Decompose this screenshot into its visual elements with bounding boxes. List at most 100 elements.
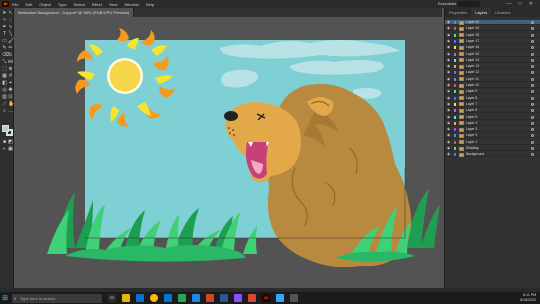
rectangle-tool-icon[interactable]: ▭ xyxy=(2,39,7,44)
layer-target-icon[interactable] xyxy=(531,115,534,119)
layer-row[interactable]: ◉ Background xyxy=(445,152,540,158)
layer-target-icon[interactable] xyxy=(531,153,534,157)
menu-effect[interactable]: Effect xyxy=(92,2,102,7)
layer-row[interactable]: ◉ Layer 7 xyxy=(445,102,540,107)
store-icon[interactable] xyxy=(164,294,172,302)
menu-edit[interactable]: Edit xyxy=(25,2,32,7)
layer-name[interactable]: Layer 9 xyxy=(466,89,477,94)
layer-target-icon[interactable] xyxy=(531,77,534,81)
menu-file[interactable]: File xyxy=(12,2,18,7)
free-transform-tool-icon[interactable]: ⬚ xyxy=(2,67,7,72)
eye-icon[interactable]: ◉ xyxy=(447,26,452,31)
workspace-switcher[interactable]: Essentials xyxy=(438,1,456,6)
curvature-tool-icon[interactable]: ∿ xyxy=(8,25,13,30)
eye-icon[interactable]: ◉ xyxy=(447,70,452,75)
layer-row[interactable]: ◉ Layer 8 xyxy=(445,96,540,101)
layer-row[interactable]: ◉ Layer 13 xyxy=(445,64,540,70)
fill-color-swatch[interactable] xyxy=(2,125,9,132)
eye-icon[interactable]: ◉ xyxy=(447,152,452,157)
eye-icon[interactable]: ◉ xyxy=(447,33,452,38)
layer-row[interactable]: ◉ Layer 10 xyxy=(445,83,540,88)
layer-row[interactable]: ◉ Layer 20 xyxy=(445,20,540,25)
layer-row[interactable]: ◉ Shading xyxy=(445,146,540,151)
layer-target-icon[interactable] xyxy=(531,71,534,75)
layer-target-icon[interactable] xyxy=(531,39,534,43)
lasso-tool-icon[interactable]: ◌ xyxy=(8,18,13,23)
tab-layers[interactable]: Layers xyxy=(471,8,492,17)
layer-row[interactable]: ◉ Layer 6 xyxy=(445,108,540,114)
line-tool-icon[interactable]: ╲ xyxy=(8,32,13,37)
eye-icon[interactable]: ◉ xyxy=(447,45,452,50)
blend-tool-icon[interactable]: ◎ xyxy=(2,88,7,93)
eye-icon[interactable]: ◉ xyxy=(447,146,452,151)
eye-icon[interactable]: ◉ xyxy=(447,83,452,88)
layer-name[interactable]: Layer 1 xyxy=(466,140,477,145)
layer-row[interactable]: ◉ Layer 1 xyxy=(445,140,540,145)
eye-icon[interactable]: ◉ xyxy=(447,102,452,107)
taskbar-search-input[interactable]: ⌕ Type here to search xyxy=(12,293,102,303)
layer-row[interactable]: ◉ Layer 19 xyxy=(445,26,540,32)
gradient-mode-icon[interactable]: ◩ xyxy=(8,140,13,145)
powerpoint-icon[interactable] xyxy=(206,294,214,302)
layer-target-icon[interactable] xyxy=(531,27,534,31)
layer-row[interactable]: ◉ Layer 5 xyxy=(445,115,540,120)
layer-name[interactable]: Layer 8 xyxy=(466,96,477,101)
gradient-tool-icon[interactable]: ◧ xyxy=(2,81,7,86)
windows-logo-icon[interactable]: ⊞ xyxy=(0,292,10,304)
layer-row[interactable]: ◉ Layer 11 xyxy=(445,77,540,82)
column-graph-tool-icon[interactable]: ▥ xyxy=(2,95,7,100)
hand-tool-icon[interactable]: ✋ xyxy=(8,102,14,107)
layer-row[interactable]: ◉ Layer 17 xyxy=(445,39,540,44)
layer-target-icon[interactable] xyxy=(531,58,534,62)
layer-target-icon[interactable] xyxy=(531,140,534,144)
shaper-tool-icon[interactable]: ✎ xyxy=(2,46,7,51)
eye-icon[interactable]: ◉ xyxy=(447,89,452,94)
layer-name[interactable]: Layer 12 xyxy=(466,70,479,75)
scale-tool-icon[interactable]: ⤡ xyxy=(2,60,7,65)
layer-target-icon[interactable] xyxy=(531,84,534,87)
layer-name[interactable]: Layer 5 xyxy=(466,115,477,120)
eye-icon[interactable]: ◉ xyxy=(447,140,452,145)
illustrator-taskbar-icon[interactable]: Ai xyxy=(262,294,270,302)
eye-icon[interactable]: ◉ xyxy=(447,115,452,120)
pencil-tool-icon[interactable]: ✏ xyxy=(8,46,13,51)
type-tool-icon[interactable]: T xyxy=(2,32,7,37)
menu-window[interactable]: Window xyxy=(124,2,138,7)
layer-name[interactable]: Background xyxy=(466,152,484,157)
layer-name[interactable]: Layer 13 xyxy=(466,64,479,69)
excel-icon[interactable] xyxy=(178,294,186,302)
layer-name[interactable]: Layer 19 xyxy=(466,26,479,31)
tab-properties[interactable]: Properties xyxy=(445,8,471,17)
layer-row[interactable]: ◉ Layer 15 xyxy=(445,52,540,57)
rotate-tool-icon[interactable]: ↻ xyxy=(8,53,13,58)
layer-target-icon[interactable] xyxy=(531,109,534,113)
eye-icon[interactable]: ◉ xyxy=(447,64,452,69)
color-mode-icon[interactable]: ■ xyxy=(2,140,7,145)
paintbrush-tool-icon[interactable]: 🖌 xyxy=(8,39,14,44)
shape-builder-tool-icon[interactable]: ⊕ xyxy=(8,67,13,72)
layer-row[interactable]: ◉ Layer 12 xyxy=(445,70,540,76)
slice-tool-icon[interactable]: ⟋ xyxy=(2,102,7,107)
eye-icon[interactable]: ◉ xyxy=(447,58,452,63)
layer-target-icon[interactable] xyxy=(531,147,534,150)
layer-name[interactable]: Layer 4 xyxy=(466,121,477,126)
eye-icon[interactable]: ◉ xyxy=(447,121,452,126)
layer-name[interactable]: Layer 10 xyxy=(466,83,479,88)
layer-name[interactable]: Layer 15 xyxy=(466,52,479,57)
layer-name[interactable]: Layer 7 xyxy=(466,102,477,107)
layer-name[interactable]: Layer 6 xyxy=(466,108,477,113)
help-search-input[interactable] xyxy=(458,1,480,7)
eyedropper-tool-icon[interactable]: ⌖ xyxy=(8,81,13,86)
layer-row[interactable]: ◉ Layer 3 xyxy=(445,127,540,133)
layer-name[interactable]: Layer 2 xyxy=(466,133,477,138)
layer-name[interactable]: Layer 18 xyxy=(466,33,479,38)
layer-target-icon[interactable] xyxy=(531,21,534,24)
layer-target-icon[interactable] xyxy=(531,65,534,69)
menu-view[interactable]: View xyxy=(109,2,118,7)
canvas-area[interactable] xyxy=(15,18,442,288)
menu-help[interactable]: Help xyxy=(146,2,154,7)
word-icon[interactable] xyxy=(220,294,228,302)
document-tab[interactable]: Illustration Background - Copy.ai* @ 58%… xyxy=(14,8,134,17)
layer-target-icon[interactable] xyxy=(531,52,534,56)
app-icon-gray[interactable] xyxy=(290,294,298,302)
